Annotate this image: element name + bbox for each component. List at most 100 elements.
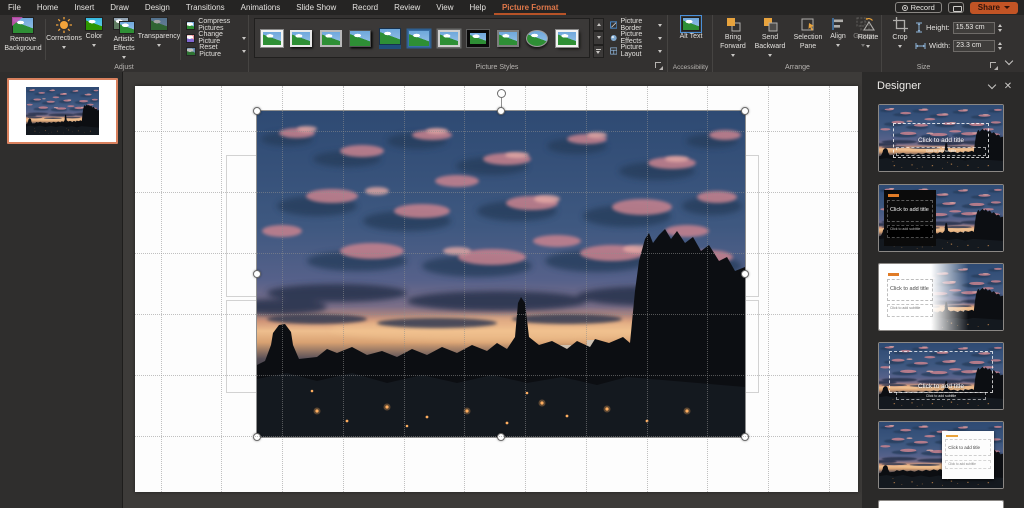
designer-close-button[interactable]: ✕ (1000, 78, 1016, 94)
picture-layout-button[interactable]: Picture Layout (608, 45, 664, 57)
picture-style-7[interactable] (435, 21, 462, 55)
rotation-handle[interactable] (497, 89, 506, 98)
handle-top-middle[interactable] (497, 107, 505, 115)
picture-styles-dialog-launcher[interactable] (654, 61, 663, 70)
artistic-effects-button[interactable]: Artistic Effects (108, 17, 140, 67)
picture-style-2[interactable] (288, 21, 315, 55)
menu-draw[interactable]: Draw (102, 0, 137, 15)
height-input[interactable] (953, 22, 995, 34)
chevron-down-icon (1004, 6, 1010, 9)
design-suggestion-6[interactable] (878, 500, 1004, 508)
alt-text-icon (682, 17, 700, 31)
picture-style-8[interactable] (465, 21, 492, 55)
handle-middle-left[interactable] (253, 270, 261, 278)
color-button[interactable]: Color (81, 17, 107, 67)
menu-animations[interactable]: Animations (233, 0, 289, 15)
gallery-more-button[interactable] (593, 45, 604, 58)
picture-style-6[interactable] (406, 21, 433, 55)
editing-canvas (124, 72, 862, 508)
menu-insert[interactable]: Insert (66, 0, 102, 15)
picture-style-3[interactable] (317, 21, 344, 55)
picture-style-9[interactable] (494, 21, 521, 55)
gallery-down-button[interactable] (593, 31, 604, 44)
chevron-down-icon (836, 44, 840, 47)
change-picture-button[interactable]: Change Picture (184, 32, 248, 44)
reset-picture-icon (186, 47, 196, 56)
selection-pane-button[interactable]: Selection Pane (790, 17, 826, 67)
width-input[interactable] (953, 40, 995, 52)
picture-style-thumbnail (408, 30, 430, 47)
chevron-down-icon (122, 56, 126, 59)
picture-style-11[interactable] (553, 21, 580, 55)
group-label-adjust: Adjust (0, 64, 248, 71)
group-accessibility: Alt Text Accessibility (669, 15, 713, 72)
tab-picture-format[interactable]: Picture Format (494, 0, 566, 15)
menu-view[interactable]: View (428, 0, 461, 15)
group-arrange: Bring Forward Send Backward Selection Pa… (714, 15, 882, 72)
handle-top-right[interactable] (741, 107, 749, 115)
selected-picture[interactable] (257, 111, 745, 437)
picture-style-thumbnail (320, 30, 342, 47)
corrections-button[interactable]: Corrections (48, 17, 80, 67)
menu-home[interactable]: Home (29, 0, 66, 15)
handle-bottom-right[interactable] (741, 433, 749, 441)
handle-top-left[interactable] (253, 107, 261, 115)
picture-style-4[interactable] (347, 21, 374, 55)
designer-collapse-button[interactable] (984, 78, 1000, 94)
crop-button[interactable]: Crop (887, 17, 913, 67)
chevron-down-icon (157, 44, 161, 47)
slide-1-photo (26, 87, 99, 135)
menu-record[interactable]: Record (344, 0, 386, 15)
picture-border-button[interactable]: Picture Border (608, 19, 664, 31)
menu-review[interactable]: Review (386, 0, 428, 15)
align-button[interactable]: Align (826, 17, 850, 67)
picture-style-thumbnail (526, 30, 548, 47)
slide-1-thumbnail[interactable] (7, 78, 118, 144)
compress-pictures-button[interactable]: Compress Pictures (184, 19, 248, 31)
menu-design[interactable]: Design (137, 0, 178, 15)
white-fade-overlay (879, 501, 1003, 508)
design-4-title-box: Click to add title (889, 351, 993, 393)
design-suggestion-2[interactable]: Click to add title Click to add subtitle (878, 184, 1004, 252)
gallery-up-button[interactable] (593, 18, 604, 31)
record-button[interactable]: Record (895, 2, 942, 13)
collapse-ribbon-button[interactable] (1002, 56, 1016, 68)
menu-help[interactable]: Help (462, 0, 494, 15)
menu-file[interactable]: File (0, 0, 29, 15)
height-icon (915, 22, 923, 33)
bring-forward-button[interactable]: Bring Forward (716, 17, 750, 67)
reset-picture-button[interactable]: Reset Picture (184, 45, 248, 57)
width-stepper[interactable] (998, 42, 1002, 50)
design-suggestion-3[interactable]: Click to add title Click to add subtitle (878, 263, 1004, 331)
transparency-button[interactable]: Transparency (141, 17, 177, 67)
share-button[interactable]: Share (970, 2, 1018, 14)
handle-bottom-left[interactable] (253, 433, 261, 441)
picture-style-10[interactable] (524, 21, 551, 55)
slide-canvas[interactable] (135, 86, 858, 492)
picture-layout-icon (610, 46, 617, 56)
picture-effects-button[interactable]: Picture Effects (608, 32, 664, 44)
picture-style-thumbnail (349, 30, 371, 47)
design-suggestion-1[interactable]: Click to add title Click to add subtitle (878, 104, 1004, 172)
chevron-down-icon (658, 24, 662, 27)
menu-bar: File Home Insert Draw Design Transitions… (0, 0, 1024, 15)
height-stepper[interactable] (998, 24, 1002, 32)
comments-button[interactable] (948, 2, 964, 13)
design-2-text-panel: Click to add title Click to add subtitle (884, 190, 936, 247)
send-backward-button[interactable]: Send Backward (752, 17, 788, 67)
remove-background-button[interactable]: Remove Background (3, 17, 43, 67)
design-suggestion-4[interactable]: Click to add title Click to add subtitle (878, 342, 1004, 410)
chevron-down-icon (768, 54, 772, 57)
alt-text-button[interactable]: Alt Text (675, 17, 707, 67)
design-3-text-panel: Click to add title Click to add subtitle (884, 269, 936, 326)
picture-effects-icon (610, 33, 617, 43)
size-dialog-launcher[interactable] (989, 61, 998, 70)
rotate-button[interactable]: Rotate (854, 17, 882, 67)
menu-slide-show[interactable]: Slide Show (288, 0, 344, 15)
design-suggestion-5[interactable]: Click to add title Click to add subtitle (878, 421, 1004, 489)
picture-style-5[interactable] (376, 21, 403, 55)
handle-bottom-middle[interactable] (497, 433, 505, 441)
menu-transitions[interactable]: Transitions (178, 0, 233, 15)
handle-middle-right[interactable] (741, 270, 749, 278)
picture-style-1[interactable] (258, 21, 285, 55)
